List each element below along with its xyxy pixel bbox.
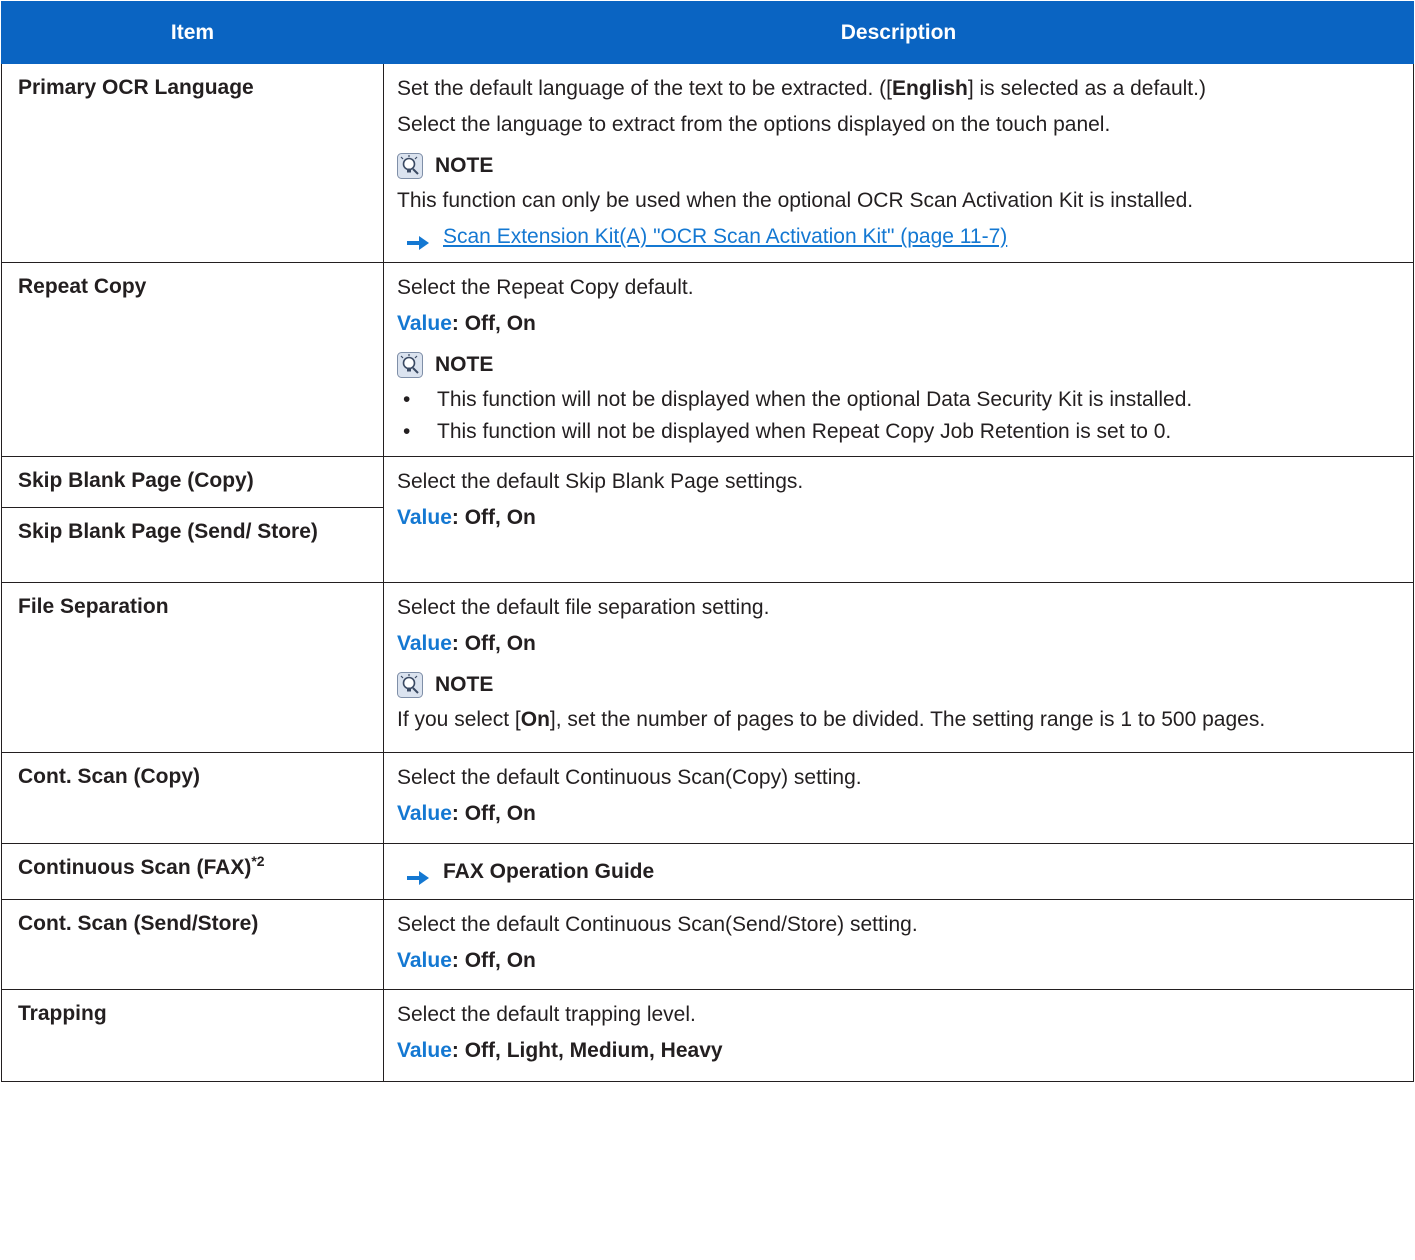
note-lightbulb-icon: [397, 351, 423, 378]
description-cell: Select the default file separation setti…: [383, 582, 1414, 753]
settings-table: Item Description Primary OCR Language Se…: [1, 1, 1414, 1082]
table-row: Cont. Scan (Copy) Select the default Con…: [1, 752, 1414, 844]
table-row: Repeat Copy Select the Repeat Copy defau…: [1, 262, 1414, 457]
list-item: • This function will not be displayed whe…: [403, 388, 1193, 411]
item-cell: Skip Blank Page (Copy): [1, 456, 384, 508]
list-item: • This function will not be displayed whe…: [403, 420, 1172, 443]
reference-line: Scan Extension Kit(A) "OCR Scan Activati…: [397, 223, 1397, 250]
note-title: NOTE: [435, 353, 494, 376]
fax-guide-reference[interactable]: FAX Operation Guide: [443, 858, 654, 885]
item-cell: Skip Blank Page (Send/ Store): [1, 507, 384, 583]
description-text: Select the default Continuous Scan(Copy)…: [397, 766, 862, 789]
item-cell: Trapping: [1, 989, 384, 1082]
note-title: NOTE: [435, 673, 494, 696]
value-line: Value: Off, Light, Medium, Heavy: [397, 1039, 723, 1062]
table-row: Continuous Scan (FAX)*2 FAX Operation Gu…: [1, 843, 1414, 900]
description-column-header: Description: [383, 1, 1414, 64]
description-text: Set the default language of the text to …: [397, 77, 1206, 100]
table-row: File Separation Select the default file …: [1, 582, 1414, 753]
footnote-marker: *2: [251, 853, 265, 869]
item-column-header: Item: [1, 1, 384, 64]
value-line: Value: Off, On: [397, 802, 536, 825]
value-line: Value: Off, On: [397, 632, 536, 655]
description-cell: Select the default Continuous Scan(Copy)…: [383, 752, 1414, 844]
description-cell: Select the default trapping level. Value…: [383, 989, 1414, 1082]
note-bullet-list: • This function will not be displayed whe…: [397, 386, 1397, 445]
description-text: Select the default file separation setti…: [397, 596, 770, 619]
note-text: If you select [On], set the number of pa…: [397, 708, 1266, 731]
item-cell: Repeat Copy: [1, 262, 384, 457]
item-cell: Primary OCR Language: [1, 63, 384, 263]
reference-line: FAX Operation Guide: [397, 858, 1397, 885]
item-cell: Cont. Scan (Copy): [1, 752, 384, 844]
item-cell: Continuous Scan (FAX)*2: [1, 843, 384, 900]
item-cell: Cont. Scan (Send/Store): [1, 899, 384, 990]
note-heading: NOTE: [397, 671, 1397, 698]
table-row: Primary OCR Language Set the default lan…: [1, 63, 1414, 263]
note-heading: NOTE: [397, 152, 1397, 179]
note-title: NOTE: [435, 154, 494, 177]
description-cell: Select the default Skip Blank Page setti…: [383, 456, 1414, 583]
item-cell: File Separation: [1, 582, 384, 753]
description-text: Select the default trapping level.: [397, 1003, 696, 1026]
description-text: Select the default Continuous Scan(Send/…: [397, 913, 918, 936]
table-header-row: Item Description: [1, 1, 1414, 64]
description-text: Select the default Skip Blank Page setti…: [397, 470, 804, 493]
note-heading: NOTE: [397, 351, 1397, 378]
note-text: This function can only be used when the …: [397, 189, 1194, 212]
description-cell: FAX Operation Guide: [383, 843, 1414, 900]
arrow-right-icon: [407, 865, 429, 885]
table-row: Trapping Select the default trapping lev…: [1, 989, 1414, 1082]
description-cell: Select the default Continuous Scan(Send/…: [383, 899, 1414, 990]
description-text: Select the Repeat Copy default.: [397, 276, 694, 299]
value-line: Value: Off, On: [397, 312, 536, 335]
value-line: Value: Off, On: [397, 506, 536, 529]
value-line: Value: Off, On: [397, 949, 536, 972]
note-lightbulb-icon: [397, 671, 423, 698]
description-cell: Select the Repeat Copy default. Value: O…: [383, 262, 1414, 457]
note-lightbulb-icon: [397, 152, 423, 179]
table-row: Skip Blank Page (Copy) Select the defaul…: [1, 456, 1414, 583]
table-row: Cont. Scan (Send/Store) Select the defau…: [1, 899, 1414, 990]
arrow-right-icon: [407, 230, 429, 250]
scan-extension-kit-link[interactable]: Scan Extension Kit(A) "OCR Scan Activati…: [443, 223, 1007, 250]
description-cell: Set the default language of the text to …: [383, 63, 1414, 263]
description-text: Select the language to extract from the …: [397, 113, 1111, 136]
